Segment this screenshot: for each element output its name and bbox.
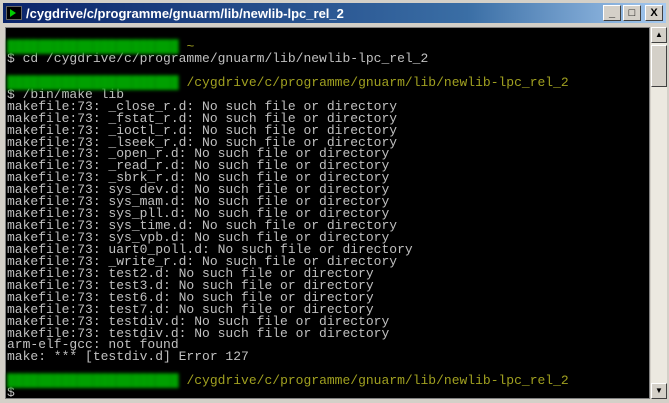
prompt-path: /cygdrive/c/programme/gnuarm/lib/newlib-…: [186, 373, 569, 389]
minimize-button[interactable]: _: [603, 5, 621, 21]
output-line: make: *** [testdiv.d] Error 127: [7, 349, 249, 365]
maximize-button[interactable]: □: [623, 5, 641, 21]
title-bar[interactable]: /cygdrive/c/programme/gnuarm/lib/newlib-…: [3, 3, 666, 23]
terminal-window: /cygdrive/c/programme/gnuarm/lib/newlib-…: [0, 0, 669, 403]
scroll-up-button[interactable]: ▲: [651, 27, 667, 43]
redacted-user-host: ██████████████████████: [7, 373, 179, 389]
redacted-user-host: ██████████████████████: [7, 39, 179, 54]
output-line: $: [7, 385, 15, 401]
output-line: $ cd /cygdrive/c/programme/gnuarm/lib/ne…: [7, 50, 429, 66]
prompt-line: ██████████████████████ /cygdrive/c/progr…: [6, 373, 649, 389]
close-button[interactable]: X: [645, 5, 663, 21]
prompt-line: ██████████████████████ /cygdrive/c/progr…: [6, 74, 649, 90]
terminal-output[interactable]: ██████████████████████ ~ $ cd /cygdrive/c…: [5, 27, 650, 399]
prompt-path: /cygdrive/c/programme/gnuarm/lib/newlib-…: [186, 74, 569, 90]
vertical-scrollbar[interactable]: ▲ ▼: [651, 27, 667, 399]
window-title: /cygdrive/c/programme/gnuarm/lib/newlib-…: [26, 5, 344, 21]
scroll-thumb[interactable]: [651, 45, 667, 87]
scroll-down-button[interactable]: ▼: [651, 383, 667, 399]
terminal-app-icon[interactable]: [6, 6, 22, 20]
redacted-user-host: ██████████████████████: [7, 74, 179, 90]
